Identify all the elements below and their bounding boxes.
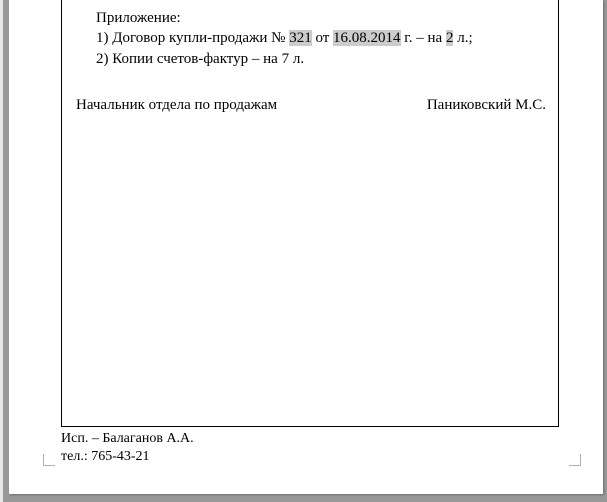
margin-corner-bottom-left — [43, 454, 55, 466]
footer-block: Исп. – Балаганов А.А. тел.: 765-43-21 — [61, 430, 194, 465]
attachment-item-1: 1) Договор купли-продажи № 321 от 16.08.… — [96, 28, 548, 48]
signature-row: Начальник отдела по продажам Паниковский… — [62, 97, 558, 114]
page-background: Приложение: 1) Договор купли-продажи № 3… — [3, 0, 607, 502]
attachment-block: Приложение: 1) Договор купли-продажи № 3… — [62, 0, 558, 69]
signature-position: Начальник отдела по продажам — [76, 97, 277, 114]
attachment-item-1-number: 321 — [289, 30, 312, 46]
attachment-item-1-mid: от — [312, 30, 333, 46]
footer-executor: Исп. – Балаганов А.А. — [61, 430, 194, 448]
attachment-item-1-date: 16.08.2014 — [333, 30, 401, 46]
document-frame: Приложение: 1) Договор купли-продажи № 3… — [61, 0, 559, 427]
footer-phone: тел.: 765-43-21 — [61, 448, 194, 466]
document-page: Приложение: 1) Договор купли-продажи № 3… — [9, 0, 603, 494]
attachment-item-1-prefix: 1) Договор купли-продажи № — [96, 30, 289, 46]
margin-corner-bottom-right — [569, 454, 581, 466]
attachment-item-2: 2) Копии счетов-фактур – на 7 л. — [96, 49, 548, 69]
attachment-item-1-mid2: г. – на — [401, 30, 446, 46]
signature-name: Паниковский М.С. — [427, 97, 546, 114]
attachment-item-1-suffix: л.; — [453, 30, 472, 46]
attachment-heading: Приложение: — [96, 8, 548, 28]
